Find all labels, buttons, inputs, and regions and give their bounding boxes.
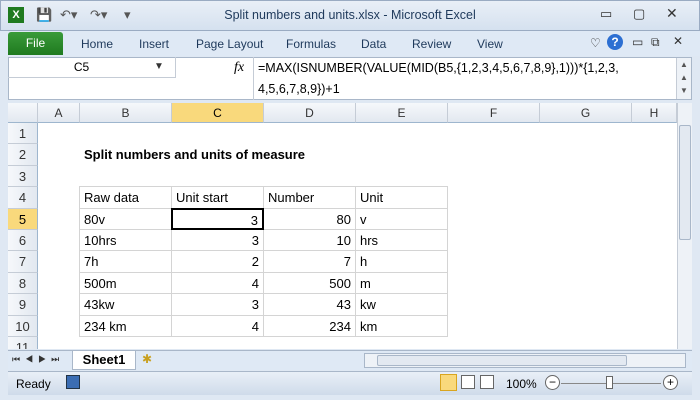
zoom-in-icon[interactable]: + xyxy=(663,375,678,390)
column-header-h[interactable]: H xyxy=(632,103,677,123)
table-cell[interactable]: 4 xyxy=(171,314,264,337)
table-cell[interactable]: 500m xyxy=(79,271,172,295)
table-cell[interactable]: 43kw xyxy=(79,293,172,316)
page-break-view-icon[interactable] xyxy=(480,375,494,389)
table-cell[interactable]: m xyxy=(355,271,448,295)
sheet-tab-bar: ⏮◀▶⏭ Sheet1 ✱ xyxy=(8,350,692,370)
table-header[interactable]: Unit start xyxy=(171,186,264,209)
column-header-a[interactable]: A xyxy=(38,103,80,123)
tab-review[interactable]: Review xyxy=(412,37,451,51)
workbook-close-icon[interactable]: ✕ xyxy=(673,34,683,48)
formula-line-2: 4,5,6,7,8,9})+1 xyxy=(258,82,340,96)
column-header-e[interactable]: E xyxy=(356,103,448,123)
row-header-7[interactable]: 7 xyxy=(8,251,38,273)
status-ready: Ready xyxy=(16,377,51,391)
minimize-icon[interactable]: ▭ xyxy=(600,6,612,22)
table-cell[interactable]: v xyxy=(355,207,448,230)
column-header-f[interactable]: F xyxy=(448,103,540,123)
row-header-9[interactable]: 9 xyxy=(8,294,38,316)
formula-input[interactable]: =MAX(ISNUMBER(VALUE(MID(B5,{1,2,3,4,5,6,… xyxy=(258,58,673,100)
table-cell[interactable]: 2 xyxy=(171,250,264,273)
close-icon[interactable]: ✕ xyxy=(666,5,678,22)
row-header-2[interactable]: 2 xyxy=(8,144,38,166)
zoom-slider-thumb[interactable] xyxy=(606,376,613,389)
window-title: Split numbers and units.xlsx - Microsoft… xyxy=(224,8,476,22)
sheet-title: Split numbers and units of measure xyxy=(84,147,306,162)
select-all[interactable] xyxy=(8,103,38,123)
horizontal-scrollbar[interactable] xyxy=(364,353,686,368)
column-header-g[interactable]: G xyxy=(540,103,632,123)
workbook-restore-icon[interactable]: ⧉ xyxy=(651,35,660,50)
spreadsheet-grid[interactable]: A B C D E F G H 1 2 3 4 5 6 7 8 9 10 11 Split numb… xyxy=(8,103,692,349)
ribbon-minimize-icon[interactable]: ♡ xyxy=(590,36,601,50)
table-cell[interactable]: 234 km xyxy=(79,314,172,337)
tab-view[interactable]: View xyxy=(477,37,503,51)
table-cell[interactable]: 7 xyxy=(263,250,356,273)
table-header[interactable]: Raw data xyxy=(79,186,172,209)
row-header-11[interactable]: 11 xyxy=(8,337,38,349)
divider xyxy=(253,57,254,100)
tab-sheet1[interactable]: Sheet1 xyxy=(72,351,136,370)
table-header[interactable]: Number xyxy=(263,186,356,209)
table-cell[interactable]: hrs xyxy=(355,229,448,252)
formula-scroll[interactable]: ▲ ▲ ▼ xyxy=(676,58,691,99)
scroll-thumb[interactable] xyxy=(679,125,691,240)
table-cell[interactable]: h xyxy=(355,250,448,273)
help-icon[interactable]: ? xyxy=(607,34,623,50)
table-cell[interactable]: 234 xyxy=(263,314,356,337)
tab-file[interactable]: File xyxy=(8,32,63,55)
table-cell[interactable]: 80 xyxy=(263,207,356,230)
sheet-nav-icons[interactable]: ⏮◀▶⏭ xyxy=(12,354,64,365)
row-header-8[interactable]: 8 xyxy=(8,272,38,295)
insert-sheet-icon[interactable]: ✱ xyxy=(142,352,152,366)
table-cell[interactable]: 7h xyxy=(79,250,172,273)
zoom-out-icon[interactable]: − xyxy=(545,375,560,390)
column-header-c[interactable]: C xyxy=(172,103,264,123)
table-cell[interactable]: 3 xyxy=(171,293,264,316)
tab-formulas[interactable]: Formulas xyxy=(286,37,336,51)
table-cell[interactable]: 43 xyxy=(263,293,356,316)
row-header-10[interactable]: 10 xyxy=(8,315,38,337)
table-cell[interactable]: 500 xyxy=(263,271,356,295)
tab-insert[interactable]: Insert xyxy=(139,37,169,51)
table-cell[interactable]: kw xyxy=(355,293,448,316)
table-cell[interactable]: 80v xyxy=(79,207,172,230)
row-header-4[interactable]: 4 xyxy=(8,187,38,209)
table-cell[interactable]: 3 xyxy=(171,229,264,252)
tab-page-layout[interactable]: Page Layout xyxy=(196,37,263,51)
formula-line-1: =MAX(ISNUMBER(VALUE(MID(B5,{1,2,3,4,5,6,… xyxy=(258,61,619,75)
column-header-d[interactable]: D xyxy=(264,103,356,123)
chevron-down-icon[interactable]: ▼ xyxy=(154,61,164,72)
hscroll-thumb[interactable] xyxy=(377,355,627,366)
maximize-icon[interactable]: ▢ xyxy=(633,6,645,22)
table-header[interactable]: Unit xyxy=(355,186,448,209)
table-cell[interactable]: 4 xyxy=(171,271,264,295)
insert-function-icon[interactable]: fx xyxy=(234,60,244,76)
table-cell[interactable]: 10hrs xyxy=(79,229,172,252)
column-header-b[interactable]: B xyxy=(80,103,172,123)
active-cell[interactable]: 3 xyxy=(171,207,264,230)
row-header-3[interactable]: 3 xyxy=(8,165,38,188)
name-box[interactable]: C5 xyxy=(8,57,176,78)
vertical-scrollbar[interactable] xyxy=(677,103,692,349)
table-cell[interactable]: km xyxy=(355,314,448,337)
macro-record-icon[interactable] xyxy=(66,375,80,389)
row-header-1[interactable]: 1 xyxy=(8,123,38,145)
table-cell[interactable]: 10 xyxy=(263,229,356,252)
page-layout-view-icon[interactable] xyxy=(461,375,475,389)
workbook-minimize-icon[interactable]: ▭ xyxy=(632,35,643,49)
normal-view-icon[interactable] xyxy=(440,374,457,391)
status-bar: Ready 100% − + xyxy=(8,371,692,395)
zoom-level: 100% xyxy=(506,377,537,391)
tab-data[interactable]: Data xyxy=(361,37,386,51)
row-header-6[interactable]: 6 xyxy=(8,230,38,252)
row-header-5[interactable]: 5 xyxy=(8,208,38,230)
tab-home[interactable]: Home xyxy=(81,37,113,51)
